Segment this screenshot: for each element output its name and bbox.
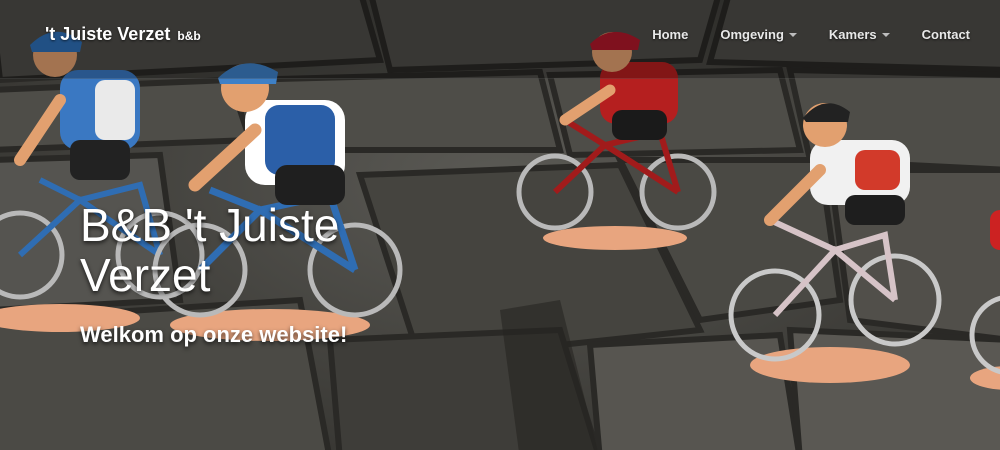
hero-subtitle: Welkom op onze website! [80,322,348,347]
nav-item-contact[interactable]: Contact [922,27,970,42]
brand-name: 't Juiste Verzet [45,24,171,44]
hero-title: B&B 't Juiste Verzet [80,199,340,301]
brand-suffix: b&b [177,29,201,43]
nav-item-home[interactable]: Home [652,27,688,42]
nav-item-label: Contact [921,27,970,42]
main-nav: Home Omgeving Kamers Contact [620,27,970,42]
nav-item-omgeving[interactable]: Omgeving [720,27,797,42]
nav-item-label: Home [652,27,689,42]
nav-item-label: Omgeving [720,27,784,42]
caret-down-icon [881,32,890,37]
caret-down-icon [788,32,797,37]
top-navbar: 't Juiste Verzet b&b Home Omgeving Kamer… [0,0,1000,79]
nav-item-label: Kamers [828,27,877,42]
nav-item-kamers[interactable]: Kamers [829,27,890,42]
site-brand-link[interactable]: 't Juiste Verzet b&b [45,24,201,45]
